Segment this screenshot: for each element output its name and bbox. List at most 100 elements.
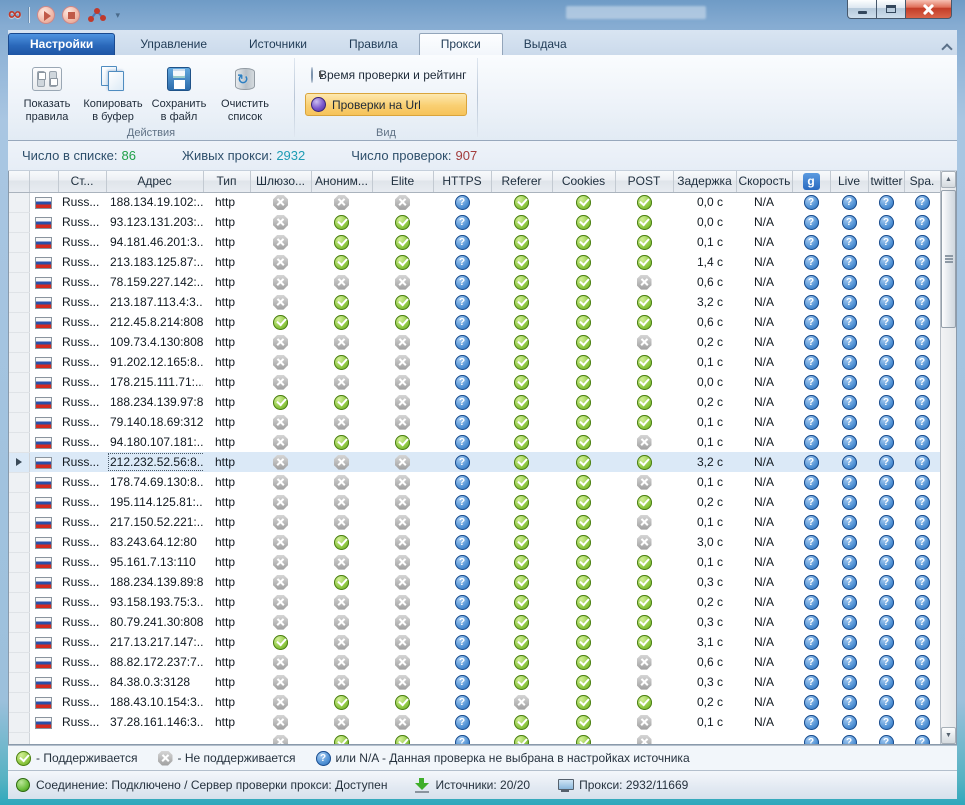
customize-quick-access-dropdown[interactable]: ▾: [116, 10, 121, 21]
proxy-row[interactable]: Russ...178.215.111.71:...http0,0 сN/A: [9, 372, 940, 392]
proxy-row[interactable]: Russ...94.181.46.201:3...http0,1 сN/A: [9, 232, 940, 252]
row-selector-gutter[interactable]: [9, 392, 29, 412]
not-supported-icon: [395, 675, 410, 690]
row-selector-gutter[interactable]: [9, 652, 29, 672]
proxy-row[interactable]: Russ...79.140.18.69:3128http0,1 сN/A: [9, 412, 940, 432]
proxy-row[interactable]: Russ...188.234.139.97:80http0,2 сN/A: [9, 392, 940, 412]
row-selector-gutter[interactable]: [9, 572, 29, 592]
row-selector-gutter[interactable]: [9, 312, 29, 332]
row-selector-gutter[interactable]: [9, 272, 29, 292]
row-selector-gutter[interactable]: [9, 732, 29, 745]
save-to-file-button[interactable]: Сохранить в файл: [146, 59, 212, 128]
column-header-gutter[interactable]: [9, 171, 29, 192]
proxy-row[interactable]: Russ...188.234.139.89:80http0,3 сN/A: [9, 572, 940, 592]
column-header-speed[interactable]: Скорость: [736, 171, 792, 192]
column-header-type[interactable]: Тип: [203, 171, 250, 192]
proxy-row[interactable]: Russ...78.159.227.142:...http0,6 сN/A: [9, 272, 940, 292]
row-selector-gutter[interactable]: [9, 492, 29, 512]
proxy-row[interactable]: Russ...213.183.125.87:...http1,4 сN/A: [9, 252, 940, 272]
vertical-scrollbar[interactable]: ▲ ▼: [940, 171, 956, 744]
close-button[interactable]: [906, 0, 952, 19]
copy-to-clipboard-button[interactable]: Копировать в буфер: [80, 59, 146, 128]
column-header-anonymous[interactable]: Аноним...: [311, 171, 372, 192]
proxy-row[interactable]: Russ...37.28.161.146:3...http0,1 сN/A: [9, 712, 940, 732]
proxy-row[interactable]: Russ...217.150.52.221:...http0,1 сN/A: [9, 512, 940, 532]
row-selector-gutter[interactable]: [9, 612, 29, 632]
scroll-down-button[interactable]: ▼: [941, 727, 956, 744]
row-selector-gutter[interactable]: [9, 672, 29, 692]
stop-button[interactable]: [62, 6, 80, 24]
row-selector-gutter[interactable]: [9, 232, 29, 252]
clear-list-button[interactable]: ↻ Очистить список: [212, 59, 278, 128]
row-selector-gutter[interactable]: [9, 372, 29, 392]
maximize-button[interactable]: [877, 0, 906, 19]
proxy-row[interactable]: Russ...195.114.125.81:...http0,2 сN/A: [9, 492, 940, 512]
proxy-row[interactable]: Russ...212.45.8.214:8080http0,6 сN/A: [9, 312, 940, 332]
proxy-row[interactable]: Russ...93.158.193.75:3...http0,2 сN/A: [9, 592, 940, 612]
start-button[interactable]: [37, 6, 55, 24]
scrollbar-thumb[interactable]: [941, 190, 956, 328]
column-header-gateway[interactable]: Шлюзо...: [250, 171, 311, 192]
row-selector-gutter[interactable]: [9, 632, 29, 652]
proxy-row[interactable]: Russ...178.74.69.130:8...http0,1 сN/A: [9, 472, 940, 492]
minimize-button[interactable]: [847, 0, 877, 19]
title-bar[interactable]: ∞ ▾: [0, 0, 965, 30]
column-header-address[interactable]: Адрес: [106, 171, 203, 192]
proxy-row[interactable]: Russ...188.43.10.154:3...http0,2 сN/A: [9, 692, 940, 712]
proxy-row[interactable]: Russ...83.243.64.12:80http3,0 сN/A: [9, 532, 940, 552]
tab-settings[interactable]: Настройки: [8, 33, 115, 55]
column-header-elite[interactable]: Elite: [372, 171, 433, 192]
proxy-row[interactable]: Russ...88.82.172.237:7...http0,6 сN/A: [9, 652, 940, 672]
column-header-https[interactable]: HTTPS: [433, 171, 491, 192]
row-selector-gutter[interactable]: [9, 532, 29, 552]
row-selector-gutter[interactable]: [9, 332, 29, 352]
row-selector-gutter[interactable]: [9, 512, 29, 532]
column-header-delay[interactable]: Задержка: [673, 171, 736, 192]
column-header-google[interactable]: g: [792, 171, 830, 192]
proxy-row[interactable]: Russ...80.79.241.30:8080http0,3 сN/A: [9, 612, 940, 632]
show-rules-button[interactable]: Показать правила: [14, 59, 80, 128]
tab-sources[interactable]: Источники: [228, 34, 328, 55]
column-header-spam[interactable]: Spa.: [904, 171, 940, 192]
column-header-live[interactable]: Live: [830, 171, 868, 192]
proxy-row[interactable]: Russ...188.134.19.102:...http0,0 сN/A: [9, 192, 940, 212]
row-selector-gutter[interactable]: [9, 252, 29, 272]
row-selector-gutter[interactable]: [9, 292, 29, 312]
proxy-row[interactable]: Russ...109.73.4.130:8080http0,2 сN/A: [9, 332, 940, 352]
row-selector-gutter[interactable]: [9, 692, 29, 712]
proxy-row[interactable]: Russ...95.161.7.13:110http0,1 сN/A: [9, 552, 940, 572]
proxy-row[interactable]: Russ...94.180.107.181:...http0,1 сN/A: [9, 432, 940, 452]
row-selector-gutter[interactable]: [9, 352, 29, 372]
row-selector-gutter[interactable]: [9, 472, 29, 492]
network-icon[interactable]: [87, 6, 107, 24]
proxy-row[interactable]: Russ...84.38.0.3:3128http0,3 сN/A: [9, 672, 940, 692]
scroll-up-button[interactable]: ▲: [941, 171, 956, 188]
row-selector-gutter[interactable]: [9, 592, 29, 612]
url-checks-button[interactable]: Проверки на Url: [305, 93, 467, 116]
proxy-row[interactable]: Russ...91.202.12.165:8...http0,1 сN/A: [9, 352, 940, 372]
column-header-country[interactable]: Ст...: [58, 171, 106, 192]
column-header-referer[interactable]: Referer: [491, 171, 552, 192]
row-selector-gutter[interactable]: [9, 212, 29, 232]
tab-management[interactable]: Управление: [119, 34, 228, 55]
row-selector-gutter[interactable]: [9, 412, 29, 432]
check-time-rating-button[interactable]: Время проверки и рейтинг: [305, 63, 467, 87]
column-header-flag[interactable]: [29, 171, 58, 192]
tab-proxy[interactable]: Прокси: [419, 33, 503, 55]
row-selector-gutter[interactable]: [9, 432, 29, 452]
column-header-twitter[interactable]: twitter: [868, 171, 904, 192]
row-selector-gutter[interactable]: [9, 552, 29, 572]
row-selector-gutter[interactable]: [9, 452, 29, 472]
row-selector-gutter[interactable]: [9, 712, 29, 732]
proxy-row[interactable]: Russ...212.232.52.56:8...http3,2 сN/A: [9, 452, 940, 472]
column-header-post[interactable]: POST: [615, 171, 673, 192]
collapse-ribbon-chevron-icon[interactable]: [941, 42, 951, 50]
proxy-row[interactable]: [9, 732, 940, 745]
proxy-row[interactable]: Russ...217.13.217.147:...http3,1 сN/A: [9, 632, 940, 652]
proxy-row[interactable]: Russ...93.123.131.203:...http0,0 сN/A: [9, 212, 940, 232]
column-header-cookies[interactable]: Cookies: [552, 171, 615, 192]
tab-output[interactable]: Выдача: [503, 34, 588, 55]
row-selector-gutter[interactable]: [9, 192, 29, 212]
tab-rules[interactable]: Правила: [328, 34, 419, 55]
proxy-row[interactable]: Russ...213.187.113.4:3...http3,2 сN/A: [9, 292, 940, 312]
